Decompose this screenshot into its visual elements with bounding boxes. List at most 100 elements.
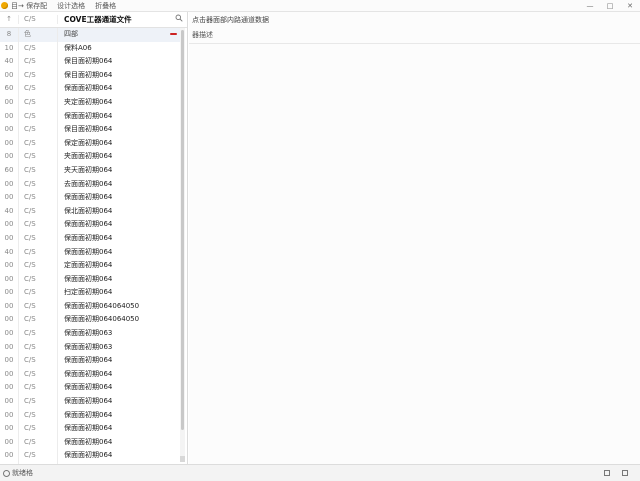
row-index: 00	[4, 369, 14, 378]
search-icon[interactable]	[175, 14, 183, 22]
status-gear-icon[interactable]	[3, 469, 10, 477]
row-name: 保定面初期064	[57, 136, 172, 151]
row-name: 保面面初期064	[57, 449, 172, 463]
row-type: C/S	[18, 313, 56, 328]
close-button[interactable]: ✕	[620, 2, 640, 10]
row-name: 保面面初期064	[57, 272, 172, 287]
layout-toggle-icon[interactable]	[604, 470, 610, 476]
list-item[interactable]: 00 C/S 保面面初期063	[0, 340, 180, 355]
row-index: 8	[6, 30, 12, 38]
row-name: 保面面初期064	[57, 422, 172, 436]
row-name: 保面面初期064	[57, 231, 172, 246]
row-type: C/S	[18, 123, 56, 137]
list-item[interactable]: 00 C/S 保面面初期064	[0, 367, 180, 382]
row-name: 保面面初期064	[57, 395, 172, 409]
list-item[interactable]: 00 C/S 扫定面初期064	[0, 286, 180, 300]
list-item[interactable]: 00 C/S 保面面初期064	[0, 408, 180, 423]
list-item[interactable]: 00 C/S 保面面初期064	[0, 395, 180, 409]
scrollbar-thumb[interactable]	[181, 30, 184, 430]
row-name: 保面面初期064	[57, 435, 172, 450]
row-index: 00	[4, 383, 14, 392]
list-item[interactable]: 00 C/S 保目面初期064	[0, 123, 180, 137]
list-item[interactable]: 40 C/S 保北面初期064	[0, 204, 180, 219]
row-index: 00	[4, 179, 14, 188]
list-item[interactable]: 00 C/S 保面面初期064	[0, 449, 180, 463]
row-type: C/S	[18, 381, 56, 396]
list-item[interactable]: 00 C/S 保面面初期064	[0, 218, 180, 232]
row-index: 00	[4, 97, 14, 106]
list-item[interactable]: 00 C/S 夹定面初期064	[0, 95, 180, 110]
row-index: 00	[4, 288, 14, 297]
list-item[interactable]: 00 C/S 去面面初期064	[0, 177, 180, 192]
row-type: C/S	[18, 191, 56, 205]
list-item[interactable]: 00 C/S 保面面初期064064050	[0, 299, 180, 314]
menu-item-file[interactable]: 目→ 保存配	[11, 1, 47, 11]
row-type: C/S	[18, 204, 56, 219]
row-type: C/S	[18, 422, 56, 436]
type-column-header[interactable]: C/S	[18, 15, 56, 24]
list-item[interactable]: 60 C/S 保面面初期064	[0, 82, 180, 96]
row-name: 定面面初期064	[57, 259, 172, 273]
detail-description: 器描述	[192, 31, 213, 39]
row-name: 夹定面初期064	[57, 95, 172, 110]
list-item[interactable]: 00 C/S 保面面初期064	[0, 231, 180, 246]
row-index: 00	[4, 152, 14, 161]
row-type: C/S	[18, 449, 56, 463]
list-item[interactable]: 00 C/S 保面面初期064	[0, 354, 180, 368]
status-bar: 就绪格	[0, 464, 640, 481]
list-item[interactable]: 00 C/S 保面面初期064	[0, 381, 180, 396]
name-column-header[interactable]: COVE工器通道文件	[57, 15, 179, 24]
status-text: 就绪格	[12, 469, 33, 477]
list-item[interactable]: 00 C/S 保面面初期064	[0, 272, 180, 287]
row-index: 00	[4, 125, 14, 134]
list-item[interactable]: 00 C/S 保目面初期064	[0, 68, 180, 83]
row-index: 00	[4, 111, 14, 120]
row-index: 00	[4, 220, 14, 229]
row-index: 00	[4, 437, 14, 446]
menu-item-design[interactable]: 设计选格	[57, 1, 85, 11]
row-name: 保面面初期064	[57, 109, 172, 124]
channel-list: 8 色四部 10 C/S 保料A06 40 C/S 保目面初期064 00 C/S 保目面初期064…	[0, 28, 180, 464]
list-item[interactable]: 10 C/S 保料A06	[0, 41, 180, 56]
row-type: C/S	[18, 109, 56, 124]
sort-column-header[interactable]: ↑	[0, 15, 18, 24]
window-toggle-icon[interactable]	[622, 470, 628, 476]
list-scrollbar[interactable]	[180, 28, 185, 462]
row-index: 00	[4, 451, 14, 460]
list-item[interactable]: 00 C/S 保面面初期063	[0, 327, 180, 341]
scroll-down-button[interactable]	[180, 456, 185, 462]
list-item[interactable]: 00 C/S 夹面面初期064	[0, 150, 180, 164]
row-name: 四部	[57, 28, 172, 42]
list-item[interactable]: 40 C/S 保目面初期064	[0, 55, 180, 69]
list-item[interactable]: 00 C/S 定面面初期064	[0, 259, 180, 273]
list-item[interactable]: 00 C/S 保面面初期064	[0, 109, 180, 124]
list-item[interactable]: 00 C/S 保定面初期064	[0, 136, 180, 151]
row-type: 色	[18, 28, 56, 42]
row-name: 保北面初期064	[57, 204, 172, 219]
row-type: C/S	[18, 259, 56, 273]
detail-divider	[189, 43, 640, 44]
list-item[interactable]: 00 C/S 保面面初期064064050	[0, 313, 180, 328]
minimize-button[interactable]: —	[580, 2, 600, 10]
maximize-button[interactable]: □	[600, 2, 620, 10]
row-type: C/S	[18, 408, 56, 423]
window-controls: — □ ✕	[580, 2, 640, 10]
list-item[interactable]: 8 色四部	[0, 28, 180, 42]
row-name: 保面面初期063	[57, 340, 172, 355]
list-item[interactable]: 40 C/S 保面面初期064	[0, 245, 180, 260]
list-item[interactable]: 00 C/S 保面面初期064	[0, 191, 180, 205]
row-type: C/S	[18, 367, 56, 382]
row-name: 保目面初期064	[57, 123, 172, 137]
row-type: C/S	[18, 55, 56, 69]
row-index: 60	[4, 84, 14, 93]
row-name: 夹面面初期064	[57, 150, 172, 164]
list-item[interactable]: 00 C/S 保面面初期064	[0, 422, 180, 436]
menu-item-fold[interactable]: 折叠格	[95, 1, 116, 11]
row-type: C/S	[18, 163, 56, 178]
row-name: 保面面初期064	[57, 82, 172, 96]
row-index: 40	[4, 57, 14, 66]
row-type: C/S	[18, 435, 56, 450]
row-type: C/S	[18, 245, 56, 260]
list-item[interactable]: 60 C/S 夹天面初期064	[0, 163, 180, 178]
list-item[interactable]: 00 C/S 保面面初期064	[0, 435, 180, 450]
